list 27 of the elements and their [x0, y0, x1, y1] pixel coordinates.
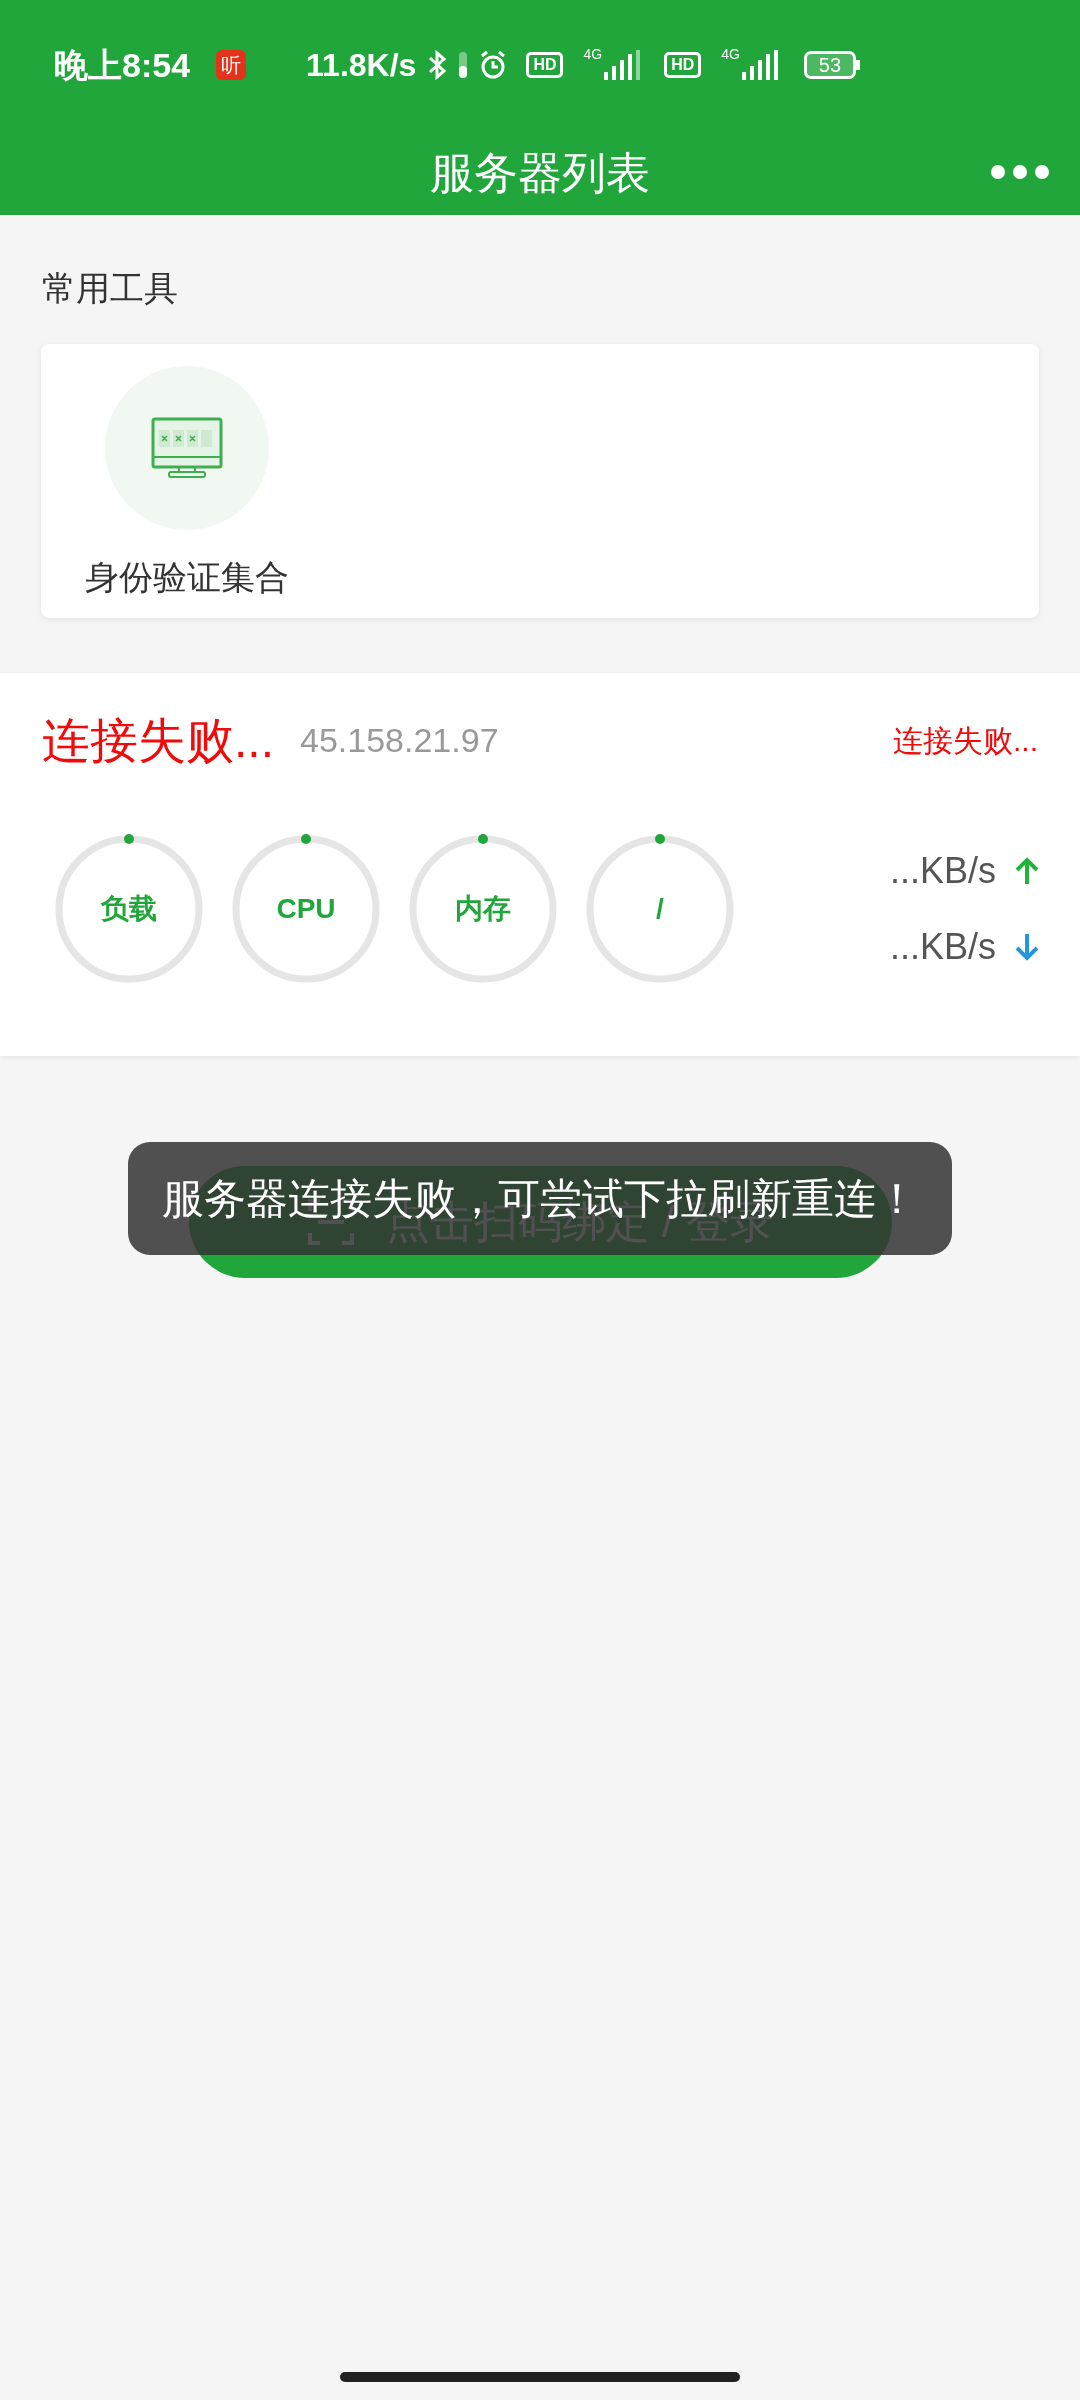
- server-name: 连接失败...: [42, 712, 274, 769]
- battery-indicator: 53: [803, 51, 860, 79]
- gauge: 负载: [54, 834, 204, 984]
- more-icon[interactable]: [990, 164, 1050, 180]
- thermometer-icon: [458, 50, 469, 80]
- hd-indicator: HD: [664, 52, 702, 78]
- page-title: 服务器列表: [430, 146, 650, 199]
- gauge: CPU: [231, 834, 381, 984]
- network-speed: 11.8K/s: [306, 46, 417, 85]
- network-type: 4G: [721, 45, 740, 64]
- upload-speed: ...KB/s: [889, 849, 996, 893]
- down-arrow-icon: [1014, 932, 1040, 962]
- download-speed: ...KB/s: [889, 925, 996, 969]
- app-badge: 听: [216, 50, 247, 80]
- gauge: /: [585, 834, 735, 984]
- section-title: 常用工具: [42, 269, 178, 307]
- server-ip: 45.158.21.97: [300, 720, 499, 761]
- hd-indicator: HD: [526, 52, 564, 78]
- connection-status: 连接失败...: [893, 723, 1038, 759]
- bluetooth-icon: [426, 50, 449, 80]
- signal-icon: [604, 50, 641, 80]
- gauge: 内存: [408, 834, 558, 984]
- monitor-icon: [151, 417, 223, 479]
- signal-icon: [741, 50, 778, 80]
- up-arrow-icon: [1014, 856, 1040, 886]
- network-type: 4G: [583, 45, 603, 64]
- status-time: 晚上8:54: [54, 44, 191, 86]
